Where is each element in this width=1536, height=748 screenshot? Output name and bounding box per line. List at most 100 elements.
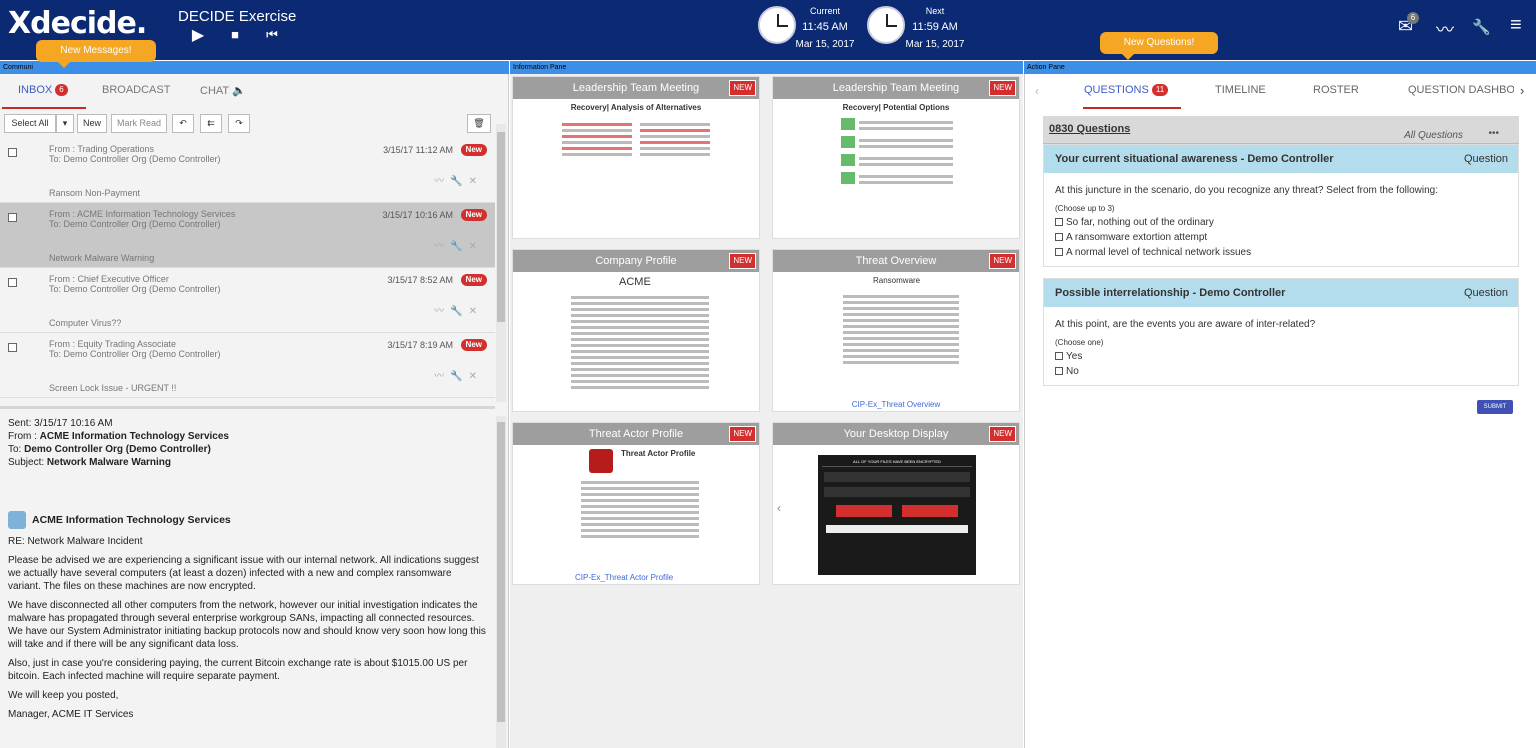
rewind-icon[interactable]: ⏮ <box>262 27 282 45</box>
new-tag: NEW <box>989 426 1016 442</box>
tab-questions-label: QUESTIONS <box>1084 84 1149 96</box>
answer-option[interactable]: Yes <box>1044 349 1518 364</box>
tab-inbox[interactable]: INBOX 6 <box>18 84 68 97</box>
more-options-icon[interactable]: ••• <box>1488 128 1499 139</box>
message-checkbox[interactable] <box>8 278 17 287</box>
new-tag: NEW <box>989 253 1016 269</box>
tab-chat[interactable]: CHAT 🔈 <box>200 84 246 97</box>
card-title: Leadership Team Meeting <box>572 82 700 94</box>
list-item[interactable]: From : ACME Information Technology Servi… <box>0 203 495 268</box>
reply-all-icon[interactable]: ⇇ <box>200 114 222 133</box>
card-thumbnail: ALL OF YOUR FILES HAVE BEEN ENCRYPTED <box>818 455 976 575</box>
answer-option[interactable]: A ransomware extortion attempt <box>1044 230 1518 245</box>
list-item[interactable]: From : Chief Executive Officer To: Demo … <box>0 268 495 333</box>
threat-actor-icon <box>589 449 613 473</box>
new-tag: NEW <box>729 80 756 96</box>
question-card: Possible interrelationship - Demo Contro… <box>1043 278 1519 386</box>
info-card[interactable]: Leadership Team Meeting NEW Recovery| Ana… <box>512 76 760 239</box>
tab-questions[interactable]: QUESTIONS 11 <box>1084 84 1169 97</box>
message-checkbox[interactable] <box>8 213 17 222</box>
menu-icon[interactable]: ≡ <box>1510 14 1522 37</box>
question-group-title[interactable]: 0830 Questions <box>1049 123 1130 135</box>
tab-timeline[interactable]: TIMELINE <box>1215 84 1266 96</box>
forward-icon[interactable]: ↷ <box>228 114 250 133</box>
question-hint: (Choose one) <box>1055 338 1104 347</box>
message-list: From : Trading Operations To: Demo Contr… <box>0 138 495 400</box>
info-card[interactable]: Threat Overview NEW Ransomware CIP-Ex_Thr… <box>772 249 1020 412</box>
card-thumbnail: Threat Actor Profile <box>523 449 749 580</box>
select-all-button[interactable]: Select All <box>4 114 56 133</box>
message-subject: Network Malware Warning <box>49 253 155 263</box>
tab-roster[interactable]: ROSTER <box>1313 84 1359 96</box>
answer-label: Yes <box>1066 351 1083 362</box>
reader-to-label: To: <box>8 444 25 455</box>
stop-icon[interactable]: ■ <box>225 27 245 45</box>
info-card[interactable]: Threat Actor Profile NEW Threat Actor Pro… <box>512 422 760 585</box>
card-subtitle: Recovery| Potential Options <box>842 103 950 112</box>
mark-read-button[interactable]: Mark Read <box>111 114 167 133</box>
question-text: At this point, are the events you are aw… <box>1055 319 1316 330</box>
tabs-prev-icon[interactable]: ‹ <box>1035 84 1039 98</box>
comm-tabs: INBOX 6 BROADCAST CHAT 🔈 <box>0 74 509 109</box>
new-message-button[interactable]: New <box>77 114 107 133</box>
answer-label: So far, nothing out of the ordinary <box>1066 217 1214 228</box>
answer-option[interactable]: No <box>1044 364 1518 385</box>
message-checkbox[interactable] <box>8 343 17 352</box>
tabs-next-icon[interactable]: › <box>1520 83 1524 98</box>
tab-broadcast[interactable]: BROADCAST <box>102 84 170 96</box>
message-list-scrollbar[interactable] <box>496 124 506 402</box>
message-actions-icons[interactable]: 〰🔧✕ <box>434 302 483 317</box>
delete-icon[interactable]: 🗑 <box>467 114 491 133</box>
top-bar: Xdecide. DECIDE Exercise ▶ ■ ⏮ Current 1… <box>0 0 1536 60</box>
reader-paragraph: We have disconnected all other computers… <box>8 600 486 650</box>
answer-label: A normal level of technical network issu… <box>1066 247 1252 258</box>
answer-option[interactable]: So far, nothing out of the ordinary <box>1044 215 1518 230</box>
answer-checkbox[interactable] <box>1055 352 1063 360</box>
submit-button[interactable]: SUBMIT <box>1477 400 1513 414</box>
reader-scrollbar[interactable] <box>496 416 506 748</box>
list-item[interactable]: From : Trading Operations To: Demo Contr… <box>0 138 495 203</box>
message-to: To: Demo Controller Org (Demo Controller… <box>49 284 221 294</box>
reader-paragraph: We will keep you posted, <box>8 690 119 701</box>
wrench-icon[interactable]: 🔧 <box>1472 18 1491 36</box>
reader-re: RE: Network Malware Incident <box>8 536 143 547</box>
answer-option[interactable]: A normal level of technical network issu… <box>1044 245 1518 266</box>
new-messages-tooltip: New Messages! <box>36 40 156 68</box>
card-thumbnail: Recovery| Analysis of Alternatives <box>523 103 749 234</box>
chart-icon[interactable]: 〰 <box>1436 16 1454 42</box>
action-pane: ‹ QUESTIONS 11 TIMELINE ROSTER QUESTION … <box>1024 74 1536 748</box>
message-subject: Screen Lock Issue - URGENT !! <box>49 383 177 393</box>
current-date: Mar 15, 2017 <box>795 39 855 50</box>
message-checkbox[interactable] <box>8 148 17 157</box>
play-icon[interactable]: ▶ <box>188 25 208 44</box>
message-actions-icons[interactable]: 〰🔧✕ <box>434 172 483 187</box>
carousel-prev-icon[interactable]: ‹ <box>777 501 781 515</box>
reader-signature: Manager, ACME IT Services <box>8 709 134 720</box>
info-card[interactable]: Your Desktop Display NEW ‹ ALL OF YOUR FI… <box>772 422 1020 585</box>
answer-checkbox[interactable] <box>1055 218 1063 226</box>
card-caption[interactable]: CIP-Ex_Threat Actor Profile <box>513 573 759 582</box>
info-card[interactable]: Company Profile NEW ACME <box>512 249 760 412</box>
answer-checkbox[interactable] <box>1055 248 1063 256</box>
select-dropdown-icon[interactable]: ▾ <box>56 114 74 133</box>
information-pane-bar: Information Pane <box>510 61 1023 74</box>
list-item[interactable]: From : Equity Trading Associate To: Demo… <box>0 333 495 398</box>
answer-checkbox[interactable] <box>1055 367 1063 375</box>
tab-question-dashboard[interactable]: QUESTION DASHBOA <box>1408 84 1514 96</box>
information-pane: Leadership Team Meeting NEW Recovery| Ana… <box>510 74 1023 748</box>
message-actions-icons[interactable]: 〰🔧✕ <box>434 237 483 252</box>
message-actions-icons[interactable]: 〰🔧✕ <box>434 367 483 382</box>
reader-subject-label: Subject: <box>8 457 47 468</box>
tab-inbox-label: INBOX <box>18 84 53 96</box>
reply-icon[interactable]: ↶ <box>172 114 194 133</box>
card-caption[interactable]: CIP-Ex_Threat Overview <box>773 400 1019 409</box>
active-tab-indicator <box>2 107 86 109</box>
answer-checkbox[interactable] <box>1055 233 1063 241</box>
card-subtitle: ACME <box>619 276 651 288</box>
communications-pane: INBOX 6 BROADCAST CHAT 🔈 Select All ▾ Ne… <box>0 74 509 748</box>
info-card[interactable]: Leadership Team Meeting NEW Recovery| Pot… <box>772 76 1020 239</box>
reader-from: ACME Information Technology Services <box>39 431 229 442</box>
new-questions-tooltip: New Questions! <box>1100 32 1218 60</box>
question-filter[interactable]: All Questions <box>1404 130 1463 141</box>
reader-to: Demo Controller Org (Demo Controller) <box>24 444 211 455</box>
